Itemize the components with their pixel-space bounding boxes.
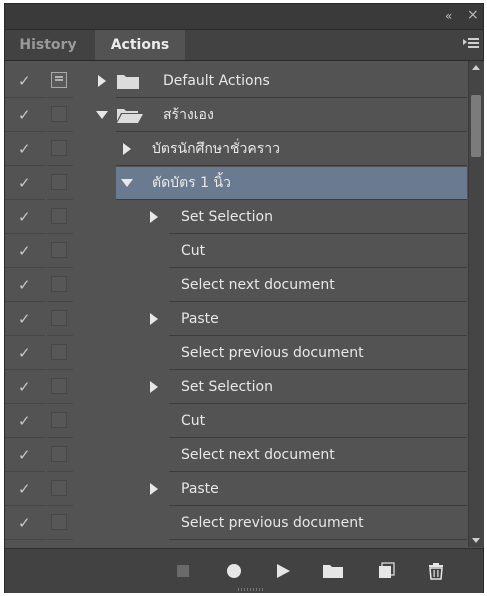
tab-actions[interactable]: Actions	[95, 30, 185, 60]
play-icon[interactable]	[271, 559, 295, 583]
resize-grip[interactable]	[238, 588, 264, 591]
toggle-dialog-icon[interactable]	[51, 378, 67, 394]
folder-icon	[117, 74, 139, 89]
row-label: Paste	[181, 311, 219, 327]
toggle-item-checkmark-icon[interactable]: ✓	[18, 481, 31, 497]
open-folder-icon	[117, 108, 143, 123]
action-row[interactable]: ✓ ตัดบัตร 1 นิ้ว	[5, 166, 467, 200]
action-step-row[interactable]: ✓ Select next document	[5, 268, 467, 302]
toggle-dialog-icon[interactable]	[51, 480, 67, 496]
delete-icon[interactable]	[424, 559, 448, 583]
row-label: สร้างเอง	[163, 107, 214, 123]
expand-triangle-icon[interactable]	[98, 75, 106, 87]
row-label: Cut	[181, 243, 206, 259]
toggle-item-checkmark-icon[interactable]: ✓	[18, 243, 31, 259]
action-step-row[interactable]: ✓ Cut	[5, 404, 467, 438]
toggle-item-checkmark-icon[interactable]: ✓	[18, 209, 31, 225]
toggle-item-checkmark-icon[interactable]: ✓	[18, 379, 31, 395]
action-step-row[interactable]: ✓	[5, 540, 467, 547]
panel-menu-icon[interactable]	[463, 37, 479, 53]
toggle-dialog-icon[interactable]	[51, 412, 67, 428]
toggle-dialog-icon[interactable]	[51, 310, 67, 326]
row-label: ตัดบัตร 1 นิ้ว	[152, 175, 231, 191]
expand-triangle-icon[interactable]	[150, 381, 158, 393]
collapse-triangle-icon[interactable]	[121, 179, 133, 187]
action-step-row[interactable]: ✓ Set Selection	[5, 200, 467, 234]
tab-history[interactable]: History	[5, 30, 91, 60]
row-label: Select previous document	[181, 345, 364, 361]
expand-triangle-icon[interactable]	[150, 313, 158, 325]
toggle-item-checkmark-icon[interactable]: ✓	[18, 413, 31, 429]
row-label: Set Selection	[181, 209, 273, 225]
toggle-dialog-icon[interactable]	[51, 446, 67, 462]
panel-tabs: History Actions	[5, 30, 483, 61]
action-step-row[interactable]: ✓ Cut	[5, 234, 467, 268]
stop-icon[interactable]	[171, 559, 195, 583]
scroll-down-icon[interactable]	[472, 538, 480, 543]
toggle-item-checkmark-icon[interactable]: ✓	[18, 175, 31, 191]
new-action-icon[interactable]	[374, 559, 398, 583]
row-label: Cut	[181, 413, 206, 429]
row-label: Select previous document	[181, 515, 364, 531]
record-icon[interactable]	[222, 559, 246, 583]
toggle-item-checkmark-icon[interactable]: ✓	[18, 277, 31, 293]
vertical-scrollbar[interactable]	[468, 61, 484, 547]
toggle-dialog-icon[interactable]	[51, 514, 67, 530]
toggle-dialog-icon[interactable]	[51, 106, 67, 122]
toggle-dialog-icon[interactable]	[51, 72, 67, 88]
panel-title-bar: « ×	[5, 4, 483, 30]
actions-toolbar	[5, 548, 483, 593]
toggle-item-checkmark-icon[interactable]: ✓	[18, 345, 31, 361]
expand-triangle-icon[interactable]	[150, 483, 158, 495]
toggle-dialog-icon[interactable]	[51, 242, 67, 258]
scroll-thumb[interactable]	[471, 95, 481, 157]
toggle-item-checkmark-icon[interactable]: ✓	[18, 447, 31, 463]
row-label: Paste	[181, 481, 219, 497]
expand-triangle-icon[interactable]	[123, 143, 131, 155]
toggle-item-checkmark-icon[interactable]: ✓	[18, 515, 31, 531]
row-label: บัตรนักศึกษาชั่วคราว	[152, 141, 280, 157]
toggle-item-checkmark-icon[interactable]: ✓	[18, 141, 31, 157]
expand-triangle-icon[interactable]	[150, 211, 158, 223]
close-icon[interactable]: ×	[467, 7, 479, 23]
toggle-item-checkmark-icon[interactable]: ✓	[18, 73, 31, 89]
row-label: Default Actions	[163, 73, 270, 89]
toggle-item-checkmark-icon[interactable]: ✓	[18, 311, 31, 327]
row-label: Select next document	[181, 277, 335, 293]
action-step-row[interactable]: ✓ Select previous document	[5, 506, 467, 540]
toggle-dialog-icon[interactable]	[51, 344, 67, 360]
scroll-up-icon[interactable]	[472, 65, 480, 70]
action-step-row[interactable]: ✓ Paste	[5, 472, 467, 506]
toggle-dialog-icon[interactable]	[51, 140, 67, 156]
row-label: Set Selection	[181, 379, 273, 395]
toggle-dialog-icon[interactable]	[51, 174, 67, 190]
toggle-dialog-icon[interactable]	[51, 276, 67, 292]
actions-panel: « × History Actions ✓ Default Actions ✓ สร้…	[4, 3, 484, 593]
action-row[interactable]: ✓ บัตรนักศึกษาชั่วคราว	[5, 132, 467, 166]
collapse-icon[interactable]: «	[445, 8, 452, 24]
toggle-dialog-icon[interactable]	[51, 208, 67, 224]
collapse-triangle-icon[interactable]	[96, 111, 108, 119]
action-set-row[interactable]: ✓ Default Actions	[5, 64, 467, 98]
action-step-row[interactable]: ✓ Select next document	[5, 438, 467, 472]
action-step-row[interactable]: ✓ Select previous document	[5, 336, 467, 370]
action-set-row[interactable]: ✓ สร้างเอง	[5, 98, 467, 132]
new-set-icon[interactable]	[321, 559, 345, 583]
action-step-row[interactable]: ✓ Paste	[5, 302, 467, 336]
action-step-row[interactable]: ✓ Set Selection	[5, 370, 467, 404]
actions-list[interactable]: ✓ Default Actions ✓ สร้างเอง ✓ บัตรนักศึกษาชั…	[5, 61, 467, 547]
row-label: Select next document	[181, 447, 335, 463]
toggle-item-checkmark-icon[interactable]: ✓	[18, 107, 31, 123]
